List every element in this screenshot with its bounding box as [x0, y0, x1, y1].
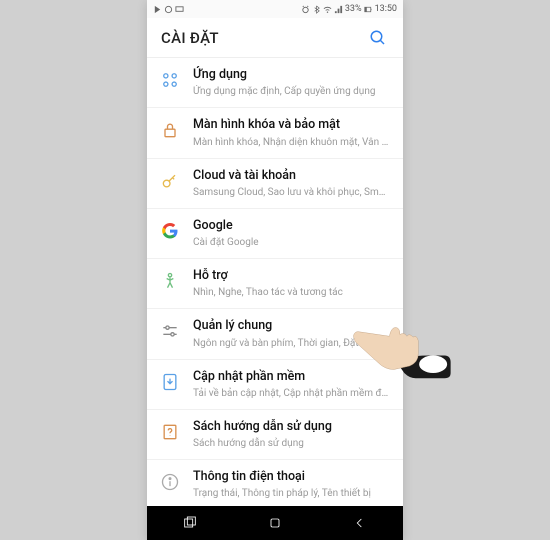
battery-icon — [364, 5, 373, 14]
signal-icon — [334, 5, 343, 14]
key-icon — [159, 170, 181, 192]
accessibility-icon — [159, 270, 181, 292]
lock-icon — [159, 119, 181, 141]
settings-item-general[interactable]: Quản lý chung Ngôn ngữ và bàn phím, Thời… — [147, 309, 403, 359]
item-sub: Sách hướng dẫn sử dụng — [193, 437, 389, 450]
circle-icon — [164, 5, 173, 14]
google-icon — [159, 220, 181, 242]
home-icon — [267, 515, 283, 531]
info-icon — [159, 471, 181, 493]
settings-item-cloud[interactable]: Cloud và tài khoản Samsung Cloud, Sao lư… — [147, 159, 403, 209]
cast-icon — [175, 5, 184, 14]
item-sub: Samsung Cloud, Sao lưu và khôi phục, Sma… — [193, 186, 389, 199]
settings-item-about[interactable]: Thông tin điện thoại Trạng thái, Thông t… — [147, 460, 403, 506]
item-title: Hỗ trợ — [193, 268, 389, 284]
search-icon — [369, 29, 387, 47]
settings-item-apps[interactable]: Ứng dụng Ứng dụng mặc định, Cấp quyền ứn… — [147, 58, 403, 108]
item-title: Ứng dụng — [193, 67, 389, 83]
apps-icon — [159, 69, 181, 91]
time-text: 13:50 — [375, 4, 397, 14]
settings-list: Ứng dụng Ứng dụng mặc định, Cấp quyền ứn… — [147, 58, 403, 506]
item-title: Google — [193, 218, 389, 234]
sliders-icon — [159, 320, 181, 342]
recent-icon — [182, 515, 198, 531]
page-header: CÀI ĐẶT — [147, 18, 403, 58]
item-title: Cập nhật phần mềm — [193, 369, 389, 385]
phone-frame: 33% 13:50 CÀI ĐẶT Ứng dụng Ứng dụng mặc … — [147, 0, 403, 540]
item-sub: Màn hình khóa, Nhận diện khuôn mặt, Vân … — [193, 136, 389, 149]
item-title: Quản lý chung — [193, 318, 389, 334]
play-icon — [153, 5, 162, 14]
settings-item-google[interactable]: Google Cài đặt Google — [147, 209, 403, 259]
item-sub: Trạng thái, Thông tin pháp lý, Tên thiết… — [193, 487, 389, 500]
back-button[interactable] — [345, 513, 375, 533]
settings-item-software-update[interactable]: Cập nhật phần mềm Tải về bản cập nhật, C… — [147, 360, 403, 410]
item-title: Cloud và tài khoản — [193, 168, 389, 184]
search-button[interactable] — [367, 27, 389, 49]
settings-item-manual[interactable]: Sách hướng dẫn sử dụng Sách hướng dẫn sử… — [147, 410, 403, 460]
item-sub: Nhìn, Nghe, Thao tác và tương tác — [193, 286, 389, 299]
item-title: Màn hình khóa và bảo mật — [193, 117, 389, 133]
home-button[interactable] — [260, 513, 290, 533]
status-bar: 33% 13:50 — [147, 0, 403, 18]
back-icon — [352, 515, 368, 531]
alarm-icon — [301, 5, 310, 14]
bluetooth-icon — [312, 5, 321, 14]
battery-text: 33% — [345, 4, 362, 14]
settings-item-accessibility[interactable]: Hỗ trợ Nhìn, Nghe, Thao tác và tương tác — [147, 259, 403, 309]
help-icon — [159, 421, 181, 443]
item-title: Thông tin điện thoại — [193, 469, 389, 485]
update-icon — [159, 371, 181, 393]
item-title: Sách hướng dẫn sử dụng — [193, 419, 389, 435]
navigation-bar — [147, 506, 403, 540]
wifi-icon — [323, 5, 332, 14]
recent-apps-button[interactable] — [175, 513, 205, 533]
item-sub: Cài đặt Google — [193, 236, 389, 249]
item-sub: Tải về bản cập nhật, Cập nhật phần mềm đ… — [193, 387, 389, 400]
item-sub: Ứng dụng mặc định, Cấp quyền ứng dụng — [193, 85, 389, 98]
item-sub: Ngôn ngữ và bàn phím, Thời gian, Đặt lại — [193, 337, 389, 350]
page-title: CÀI ĐẶT — [161, 29, 219, 47]
settings-item-lockscreen[interactable]: Màn hình khóa và bảo mật Màn hình khóa, … — [147, 108, 403, 158]
